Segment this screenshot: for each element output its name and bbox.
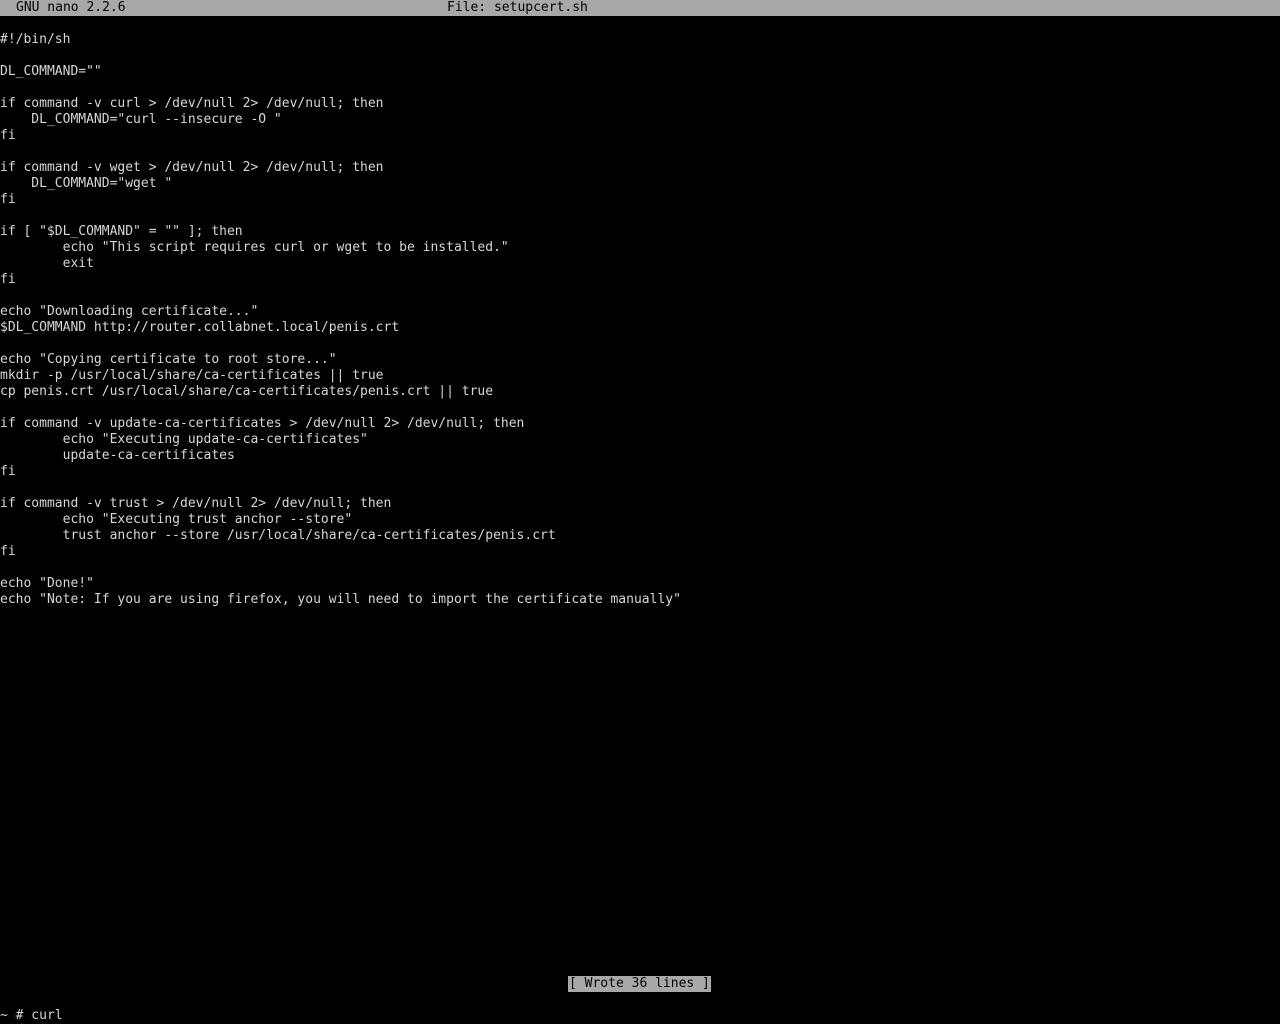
code-line: fi — [0, 464, 16, 479]
code-line: echo "Note: If you are using firefox, yo… — [0, 592, 681, 607]
code-line: echo "Copying certificate to root store.… — [0, 352, 337, 367]
code-line: fi — [0, 544, 16, 559]
code-line: DL_COMMAND="curl --insecure -O " — [0, 112, 282, 127]
shell-prompt-line[interactable]: ~ # curl — [0, 1008, 63, 1024]
code-line: echo "This script requires curl or wget … — [0, 240, 509, 255]
code-line: echo "Executing update-ca-certificates" — [0, 432, 368, 447]
code-line: echo "Done!" — [0, 576, 94, 591]
app-version-label: GNU nano 2.2.6 — [16, 0, 126, 15]
code-line: if [ "$DL_COMMAND" = "" ]; then — [0, 224, 243, 239]
status-message: [ Wrote 36 lines ] — [568, 976, 711, 992]
code-line: fi — [0, 272, 16, 287]
code-line: fi — [0, 128, 16, 143]
file-name-label: File: setupcert.sh — [447, 0, 588, 15]
code-line: #!/bin/sh — [0, 32, 71, 47]
code-line: fi — [0, 192, 16, 207]
code-line: DL_COMMAND="wget " — [0, 176, 173, 191]
code-line: echo "Executing trust anchor --store" — [0, 512, 353, 527]
code-line: if command -v curl > /dev/null 2> /dev/n… — [0, 96, 384, 111]
code-line: DL_COMMAND="" — [0, 64, 102, 79]
code-line: mkdir -p /usr/local/share/ca-certificate… — [0, 368, 384, 383]
nano-title-bar: GNU nano 2.2.6 File: setupcert.sh — [0, 0, 1280, 16]
code-line: trust anchor --store /usr/local/share/ca… — [0, 528, 556, 543]
code-line: exit — [0, 256, 94, 271]
code-line: cp penis.crt /usr/local/share/ca-certifi… — [0, 384, 494, 399]
code-line: echo "Downloading certificate..." — [0, 304, 259, 319]
editor-text-area[interactable]: #!/bin/sh DL_COMMAND=""if command -v curl… — [0, 32, 1280, 976]
code-line: update-ca-certificates — [0, 448, 235, 463]
code-line: $DL_COMMAND http://router.collabnet.loca… — [0, 320, 400, 335]
code-line: if command -v wget > /dev/null 2> /dev/n… — [0, 160, 384, 175]
code-line: if command -v update-ca-certificates > /… — [0, 416, 525, 431]
code-line: if command -v trust > /dev/null 2> /dev/… — [0, 496, 392, 511]
